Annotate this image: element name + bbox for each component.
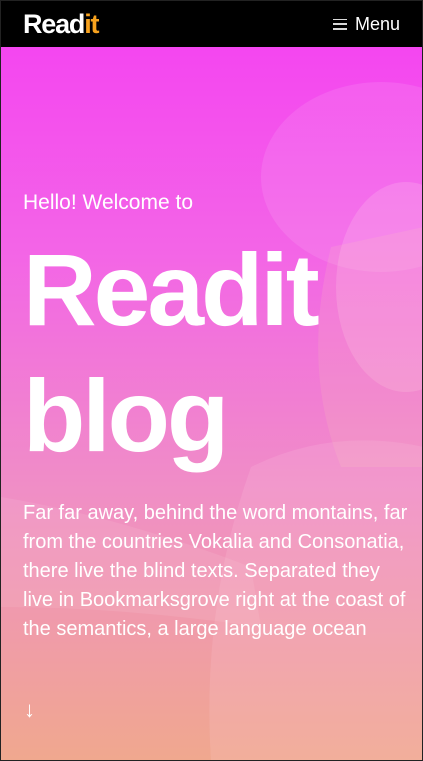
menu-label: Menu [354,13,400,34]
navbar: Readit Menu [1,1,422,47]
hamburger-icon [332,18,347,30]
hero-title-line2: blog [23,359,229,473]
brand-logo[interactable]: Readit [23,8,100,39]
hero-title: Readit blog [23,227,320,479]
hero-intro-text: Far far away, behind the word montains, … [23,502,408,640]
hero-greeting: Hello! Welcome to [23,191,194,214]
arrow-down-icon[interactable]: ↓ [24,697,35,723]
hero-title-line1: Readit [23,233,320,347]
hero-section: Hello! Welcome to Readit blog Far far aw… [1,47,422,760]
menu-button[interactable]: Menu [332,13,400,35]
brand-accent-text: it [84,8,99,39]
page: Readit Menu Hello! Welcome to Readit blo… [0,0,423,761]
brand-main-text: Read [23,8,85,39]
